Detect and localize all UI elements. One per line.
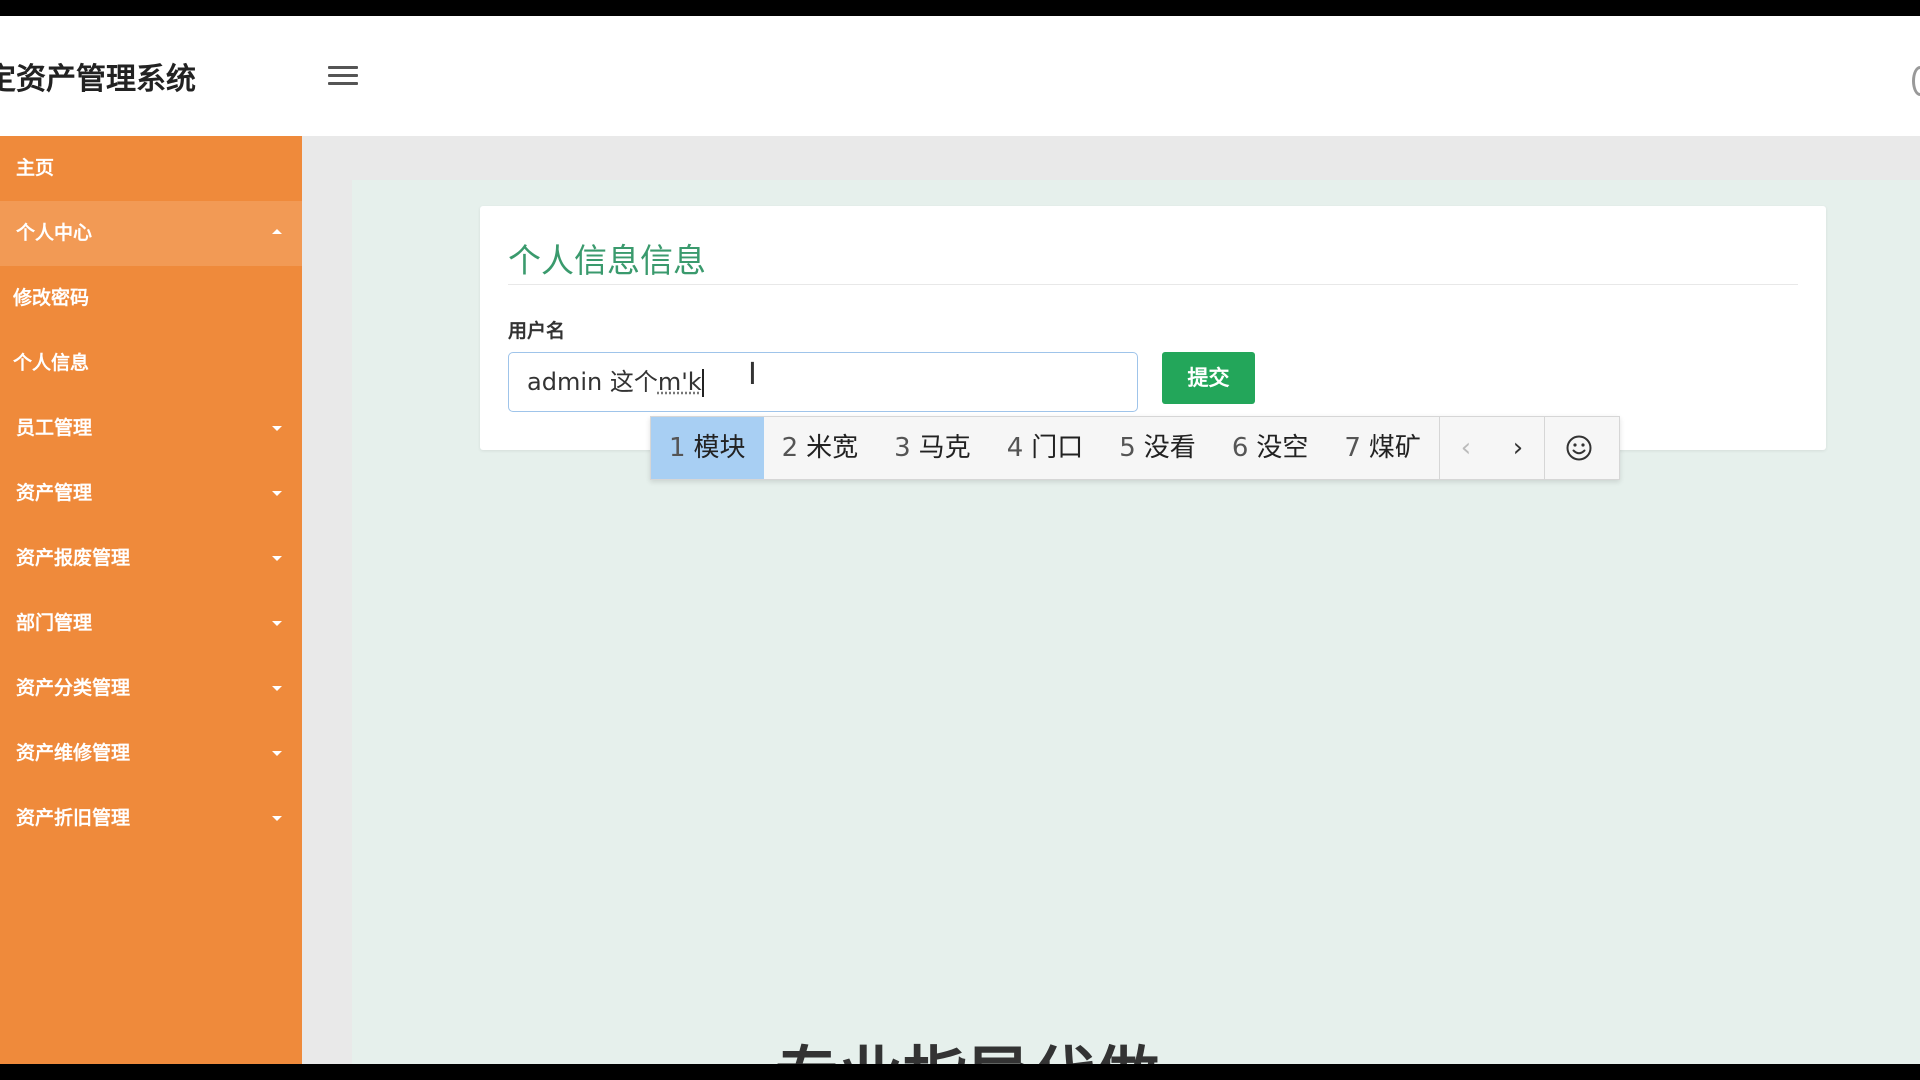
caret-down-icon bbox=[272, 686, 282, 691]
sidebar-item-personal-center[interactable]: 个人中心 bbox=[0, 201, 302, 266]
chevron-left-icon[interactable]: ‹ bbox=[1440, 417, 1492, 479]
caret-down-icon bbox=[272, 816, 282, 821]
main-content: 个人信息信息 用户名 admin 这个m'k I 提交 bbox=[352, 180, 1920, 1064]
caret-down-icon bbox=[272, 556, 282, 561]
sidebar-item-asset-repair[interactable]: 资产维修管理 bbox=[0, 721, 302, 786]
sidebar-item-asset-depreciation[interactable]: 资产折旧管理 bbox=[0, 786, 302, 851]
app-title: 定资产管理系统 bbox=[0, 62, 196, 97]
sidebar-item-label: 个人中心 bbox=[16, 222, 93, 244]
sidebar-item-label: 资产分类管理 bbox=[16, 677, 131, 699]
username-label: 用户名 bbox=[508, 320, 566, 342]
sidebar-item-change-password[interactable]: 修改密码 bbox=[0, 266, 302, 331]
ime-candidate-bar: 1 模块 2 米宽 3 马克 4 门口 5 没看 6 没空 7 煤矿 ‹ › bbox=[650, 416, 1620, 480]
sidebar-item-department[interactable]: 部门管理 bbox=[0, 591, 302, 656]
page-title: 个人信息信息 bbox=[508, 241, 706, 280]
ime-candidate[interactable]: 7 煤矿 bbox=[1326, 417, 1439, 479]
avatar[interactable] bbox=[1912, 66, 1920, 96]
ime-candidate[interactable]: 2 米宽 bbox=[764, 417, 877, 479]
divider bbox=[508, 284, 1798, 285]
ime-candidate[interactable]: 4 门口 bbox=[989, 417, 1102, 479]
watermark-overlay-text: 专业指导代做 bbox=[775, 1046, 1159, 1064]
sidebar-item-label: 资产维修管理 bbox=[16, 742, 131, 764]
caret-up-icon bbox=[272, 229, 282, 234]
sidebar-item-personal-info[interactable]: 个人信息 bbox=[0, 331, 302, 396]
hamburger-icon[interactable] bbox=[328, 66, 358, 90]
caret-down-icon bbox=[272, 491, 282, 496]
ime-candidate[interactable]: 3 马克 bbox=[876, 417, 989, 479]
caret-down-icon bbox=[272, 426, 282, 431]
smiley-icon[interactable] bbox=[1545, 417, 1613, 479]
sidebar-item-asset-scrap[interactable]: 资产报废管理 bbox=[0, 526, 302, 591]
sidebar-item-label: 员工管理 bbox=[16, 417, 93, 439]
top-header: 定资产管理系统 bbox=[0, 16, 1920, 136]
caret-down-icon bbox=[272, 621, 282, 626]
sidebar-item-home[interactable]: 主页 bbox=[0, 136, 302, 201]
sidebar-item-label: 个人信息 bbox=[13, 352, 90, 374]
sidebar-item-employee[interactable]: 员工管理 bbox=[0, 396, 302, 461]
letterbox-bar bbox=[0, 1064, 1920, 1080]
app-screen: 定资产管理系统 主页 个人中心 修改密码 个人信息 员工管理 资产管理 资产报废… bbox=[0, 16, 1920, 1064]
sidebar-item-label: 主页 bbox=[16, 157, 55, 179]
sidebar-item-label: 资产管理 bbox=[16, 482, 93, 504]
sidebar-item-label: 资产报废管理 bbox=[16, 547, 131, 569]
caret-down-icon bbox=[272, 751, 282, 756]
ime-candidate[interactable]: 6 没空 bbox=[1214, 417, 1327, 479]
username-input[interactable]: admin 这个m'k bbox=[508, 352, 1138, 412]
sidebar-item-label: 部门管理 bbox=[16, 612, 93, 634]
submit-button[interactable]: 提交 bbox=[1162, 352, 1255, 404]
sidebar: 主页 个人中心 修改密码 个人信息 员工管理 资产管理 资产报废管理 部门管理 bbox=[0, 136, 302, 1064]
ime-candidate[interactable]: 5 没看 bbox=[1101, 417, 1214, 479]
ime-composition-text: m'k bbox=[657, 368, 702, 396]
ime-candidate[interactable]: 1 模块 bbox=[651, 417, 764, 479]
text-caret bbox=[701, 369, 704, 397]
sidebar-item-asset-category[interactable]: 资产分类管理 bbox=[0, 656, 302, 721]
chevron-right-icon[interactable]: › bbox=[1492, 417, 1544, 479]
username-value: admin 这个 bbox=[527, 368, 658, 396]
profile-card: 个人信息信息 用户名 admin 这个m'k I 提交 bbox=[480, 206, 1826, 450]
sidebar-item-label: 修改密码 bbox=[13, 287, 90, 309]
sidebar-item-label: 资产折旧管理 bbox=[16, 807, 131, 829]
sidebar-item-asset[interactable]: 资产管理 bbox=[0, 461, 302, 526]
i-beam-cursor-icon: I bbox=[748, 357, 757, 392]
